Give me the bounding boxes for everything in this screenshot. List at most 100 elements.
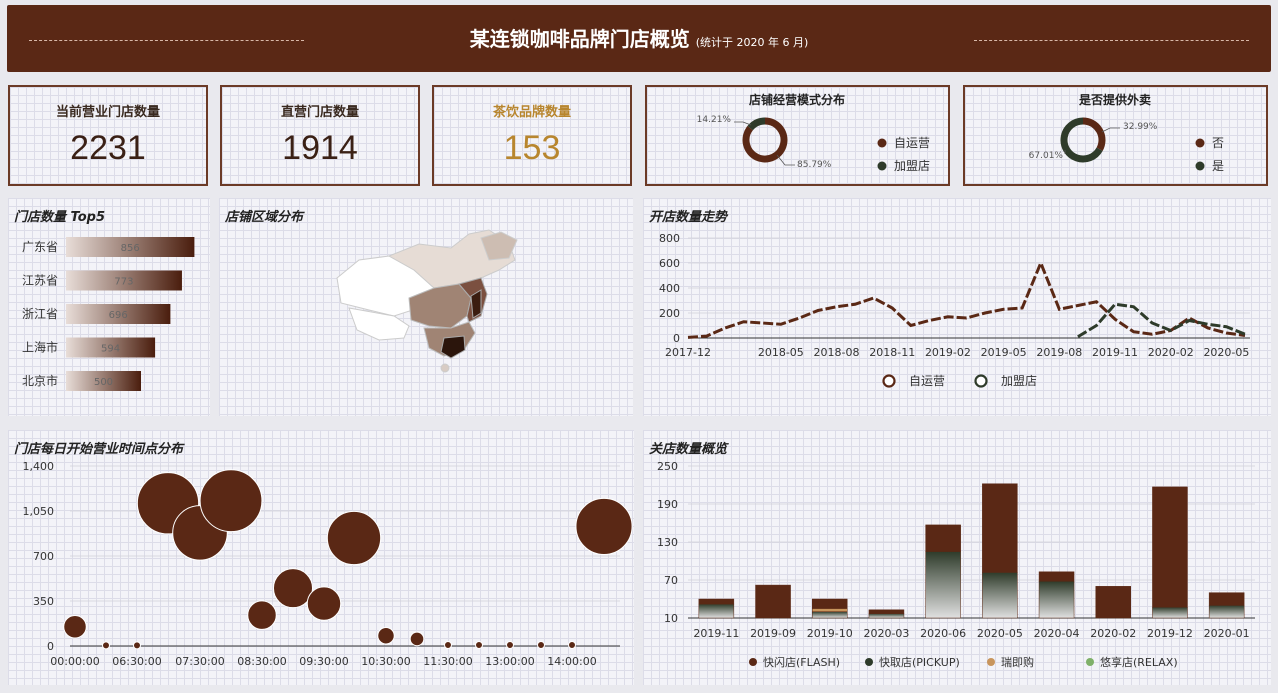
stacked-bar-segment [868,613,905,619]
legend-marker [882,374,896,388]
stacked-bar-segment [1038,571,1075,582]
bubble-point [102,641,110,650]
x-tick-label: 2020-02 [1090,627,1136,640]
stacked-bar-segment [698,603,735,619]
top5-category-label: 浙江省 [22,307,58,321]
bubble-point [444,640,452,649]
bubble-point [133,641,141,650]
bubble-point [568,640,576,649]
kpi-value: 1914 [282,129,358,167]
x-tick-label: 2018-05 [758,346,804,359]
x-tick-label: 14:00:00 [547,655,596,668]
x-tick-label: 2018-11 [869,346,915,359]
x-tick-label: 07:30:00 [175,655,224,668]
top5-bar-value: 500 [94,377,113,388]
kpi-value: 2231 [70,129,146,167]
donut-slice-label: 32.99% [1123,122,1158,132]
x-tick-label: 2020-06 [920,627,966,640]
x-tick-label: 2019-12 [1147,627,1193,640]
y-tick-label: 250 [657,460,678,473]
donut-label-leader [734,121,752,126]
y-tick-label: 600 [659,257,680,270]
bubble-point [306,586,342,621]
legend-marker [1195,161,1205,171]
x-tick-label: 2019-02 [925,346,971,359]
legend-marker [749,658,757,666]
trend-line-chart: 0 200 400 600 800 2017-12 2018-05 2018-08 2018-1… [659,232,1250,388]
donut-slice-加盟店 [747,117,766,131]
y-tick-label: 0 [47,640,54,653]
stacked-bar-segment [698,598,735,605]
bubble-point [63,614,87,639]
donut-title: 是否提供外卖 [1078,92,1151,107]
kpi-direct-stores: 直营门店数量 1914 [220,85,420,186]
legend-marker [1195,138,1205,148]
closure-stacked-bar-chart: 10 70 130 190 250 2019-11 2019-09 2019-10 2020-0… [657,460,1255,669]
y-tick-label: 1,050 [23,505,55,518]
x-tick-label: 2020-01 [1204,627,1250,640]
map-region-hainan [440,363,450,373]
x-tick-label: 10:30:00 [361,655,410,668]
y-tick-label: 0 [673,332,680,345]
x-tick-label: 00:00:00 [50,655,99,668]
page-title: 某连锁咖啡品牌门店概览 (统计于 2020 年 6 月) [469,27,809,51]
donut-slice-label: 67.01% [1029,151,1064,161]
stacked-bar-segment [1208,605,1245,619]
x-tick-label: 11:30:00 [423,655,472,668]
top5-category-label: 上海市 [22,340,58,355]
x-tick-label: 2019-05 [981,346,1027,359]
top5-bar-value: 856 [121,243,140,254]
legend-marker [865,658,873,666]
stacked-bar-segment [982,572,1018,619]
legend-label: 快取店(PICKUP) [879,655,960,669]
x-tick-label: 2020-02 [1148,346,1194,359]
y-tick-label: 350 [33,595,54,608]
opening-time-bubble-chart: 0 350 700 1,050 1,400 00:00:00 06:30:00 07:30:0… [23,460,633,668]
x-tick-label: 2020-04 [1034,627,1080,640]
donut-chart-delivery: 是否提供外卖 32.99% 67.01% 否是 [1029,92,1224,173]
scatter-panel: 门店每日开始营业时间点分布 0 350 700 1,050 1,400 00:00:00 0… [8,430,634,685]
trend-panel: 开店数量走势 0 200 400 600 800 2017-12 2018-05 2018-0… [643,198,1271,416]
map-region-guangdong [440,335,466,359]
bubble-point [575,497,633,555]
y-tick-label: 800 [659,232,680,245]
stacked-bar-segment [1038,581,1075,619]
legend-marker [1086,658,1094,666]
top5-category-label: 广东省 [22,240,58,254]
donut-panel-mode: 店铺经营模式分布 85.79% 14.21% 自运营 加盟店 [645,85,950,186]
closure-panel: 关店数量概览 10 70 130 190 250 2019-11 2019-09 2019-1… [643,430,1271,685]
stacked-bar-segment [812,608,848,612]
legend-label: 快闪店(FLASH) [763,655,840,669]
legend-label: 加盟店 [1001,374,1037,388]
map-panel: 店铺区域分布 [219,198,633,416]
x-tick-label: 08:30:00 [237,655,286,668]
x-tick-label: 06:30:00 [112,655,161,668]
x-tick-label: 2020-03 [863,627,909,640]
donut-chart-mode: 店铺经营模式分布 85.79% 14.21% 自运营加盟店 [697,92,930,173]
bubble-point [247,600,277,630]
top5-category-label: 北京市 [22,373,58,388]
top5-category-label: 江苏省 [22,274,58,288]
legend-label: 悠享店(RELAX) [1100,655,1178,669]
stacked-bar-segment [755,584,791,619]
legend-label: 瑞即购 [1001,655,1034,669]
bubble-point [537,640,545,649]
y-tick-label: 700 [33,550,54,563]
x-tick-label: 13:00:00 [485,655,534,668]
stacked-bar-segment [982,483,1018,573]
bubble-point [506,640,514,649]
stacked-bar-segment [925,524,961,552]
donut-panel-delivery: 是否提供外卖 32.99% 67.01% 否是 [963,85,1268,186]
y-tick-label: 10 [664,612,678,625]
legend-label: 否 [1212,136,1224,150]
kpi-label: 茶饮品牌数量 [492,105,571,120]
donut-title: 店铺经营模式分布 [749,92,845,107]
donut-slice-label: 85.79% [797,160,832,170]
legend-label: 加盟店 [894,159,930,173]
kpi-value: 153 [503,129,561,167]
stacked-bar-segment [868,609,905,614]
china-map[interactable] [219,198,633,416]
bubble-point [326,510,382,566]
top5-bar-value: 773 [114,277,133,288]
stacked-bar-segment [925,551,961,619]
